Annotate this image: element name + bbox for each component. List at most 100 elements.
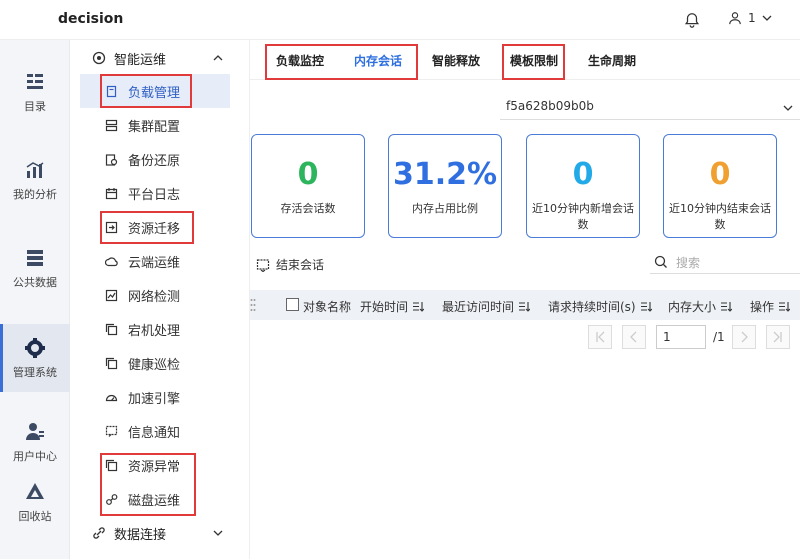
menu-item-platform-log[interactable]: 平台日志 bbox=[80, 176, 230, 210]
analysis-icon bbox=[26, 161, 44, 178]
menu-item-cluster-config[interactable]: 集群配置 bbox=[80, 108, 230, 142]
tab-smart-release[interactable]: 智能释放 bbox=[432, 52, 480, 69]
menu-item-message-notify[interactable]: 信息通知 bbox=[80, 414, 230, 448]
menu-item-label: 加速引擎 bbox=[128, 391, 181, 407]
sort-icon[interactable] bbox=[720, 301, 733, 312]
brand-title: decision bbox=[58, 11, 124, 27]
stat-caption: 近10分钟内新增会话数 bbox=[532, 202, 634, 231]
menu-item-label: 云端运维 bbox=[128, 255, 181, 271]
prev-page-button[interactable] bbox=[622, 325, 646, 349]
stat-value: 0 bbox=[709, 157, 731, 192]
nav-label: 用户中心 bbox=[13, 449, 57, 463]
last-page-button[interactable] bbox=[766, 325, 790, 349]
menu-item-crash-handling[interactable]: 宕机处理 bbox=[80, 312, 230, 346]
nav-label: 公共数据 bbox=[13, 275, 57, 289]
menu-item-cloud-ops[interactable]: 云端运维 bbox=[80, 244, 230, 278]
menu-item-label: 网络检测 bbox=[128, 289, 181, 305]
last-page-icon bbox=[773, 331, 782, 343]
gauge-icon bbox=[105, 394, 118, 402]
stat-card-memory-ratio: 31.2% 内存占用比例 bbox=[388, 134, 502, 238]
end-session-icon bbox=[256, 258, 270, 272]
sort-icon[interactable] bbox=[640, 301, 652, 312]
session-select[interactable]: f5a628b09b0b bbox=[500, 94, 800, 120]
nav-public-data[interactable]: 公共数据 bbox=[0, 234, 70, 302]
menu-item-backup-restore[interactable]: 备份还原 bbox=[80, 142, 230, 176]
sort-icon[interactable] bbox=[412, 301, 425, 312]
stat-caption: 内存占用比例 bbox=[412, 202, 478, 215]
col-memory-size[interactable]: 内存大小 bbox=[668, 298, 733, 315]
col-last-access-time[interactable]: 最近访问时间 bbox=[442, 298, 531, 315]
user-icon bbox=[729, 12, 741, 25]
select-all-checkbox[interactable] bbox=[286, 298, 299, 311]
highlight-box bbox=[100, 453, 196, 516]
stat-card-new-sessions: 0 近10分钟内新增会话数 bbox=[526, 134, 640, 238]
chevron-down-icon bbox=[762, 15, 772, 21]
nav-label: 回收站 bbox=[18, 509, 52, 523]
next-page-button[interactable] bbox=[732, 325, 756, 349]
user-menu[interactable]: 1 bbox=[728, 11, 772, 25]
prev-page-icon bbox=[630, 331, 637, 343]
nav-label: 我的分析 bbox=[13, 187, 57, 201]
search-input[interactable]: 搜索 bbox=[650, 250, 800, 274]
highlight-box bbox=[502, 44, 565, 80]
sort-icon[interactable] bbox=[518, 301, 531, 312]
nav-management-system[interactable]: 管理系统 bbox=[0, 324, 70, 392]
menu-group-data-connection[interactable]: 数据连接 bbox=[70, 516, 250, 550]
stat-value: 0 bbox=[297, 157, 319, 192]
catalog-icon bbox=[27, 73, 43, 89]
drag-handle-icon[interactable] bbox=[250, 298, 256, 312]
network-icon bbox=[105, 289, 118, 302]
menu-item-acceleration-engine[interactable]: 加速引擎 bbox=[80, 380, 230, 414]
menu-group-smart-ops[interactable]: 智能运维 bbox=[70, 41, 250, 75]
menu-item-health-check[interactable]: 健康巡检 bbox=[80, 346, 230, 380]
management-gear-icon bbox=[25, 337, 45, 358]
link-icon bbox=[93, 527, 105, 539]
menu-item-network-check[interactable]: 网络检测 bbox=[80, 278, 230, 312]
chat-icon bbox=[105, 425, 118, 437]
page-total: /1 bbox=[713, 330, 725, 344]
first-page-button[interactable] bbox=[588, 325, 612, 349]
backup-icon bbox=[105, 154, 118, 166]
nav-label: 目录 bbox=[24, 99, 46, 113]
highlight-box bbox=[100, 74, 192, 108]
highlight-box bbox=[100, 211, 194, 244]
menu-item-label: 集群配置 bbox=[128, 119, 181, 135]
user-name: 1 bbox=[748, 11, 756, 25]
search-icon bbox=[654, 255, 667, 268]
cluster-icon bbox=[105, 119, 118, 132]
menu-item-label: 健康巡检 bbox=[128, 357, 181, 373]
col-actions[interactable]: 操作 bbox=[750, 298, 791, 315]
stat-value: 31.2% bbox=[392, 157, 498, 192]
stat-card-ended-sessions: 0 近10分钟内结束会话数 bbox=[663, 134, 777, 238]
col-start-time[interactable]: 开始时间 bbox=[360, 298, 425, 315]
calendar-icon bbox=[105, 188, 118, 200]
smart-ops-icon bbox=[92, 51, 106, 65]
nav-my-analysis[interactable]: 我的分析 bbox=[0, 146, 70, 214]
menu-item-label: 备份还原 bbox=[128, 153, 181, 169]
menu-item-label: 宕机处理 bbox=[128, 323, 181, 339]
nav-user-center[interactable]: 用户中心 bbox=[0, 412, 70, 472]
bell-icon[interactable] bbox=[683, 11, 701, 29]
first-page-icon bbox=[596, 331, 605, 343]
chevron-up-icon bbox=[213, 55, 223, 61]
copy-icon bbox=[105, 323, 118, 336]
nav-label: 管理系统 bbox=[13, 365, 57, 379]
nav-recycle-bin[interactable]: 回收站 bbox=[0, 472, 70, 532]
nav-catalog[interactable]: 目录 bbox=[0, 58, 70, 126]
table-header: 对象名称 开始时间 最近访问时间 请求持续时间(s) 内存大小 操作 bbox=[250, 290, 800, 320]
chevron-down-icon bbox=[213, 530, 223, 536]
menu-item-label: 平台日志 bbox=[128, 187, 181, 203]
chevron-down-icon bbox=[783, 105, 793, 111]
sort-icon[interactable] bbox=[778, 301, 791, 312]
col-object-name[interactable]: 对象名称 bbox=[303, 298, 351, 315]
next-page-icon bbox=[741, 331, 748, 343]
highlight-box bbox=[265, 44, 418, 80]
main-panel: 负载监控 内存会话 智能释放 模板限制 生命周期 f5a628b09b0b 0 … bbox=[250, 40, 800, 559]
end-session-button[interactable]: 结束会话 bbox=[256, 256, 324, 273]
tab-lifecycle[interactable]: 生命周期 bbox=[588, 52, 636, 69]
col-request-duration[interactable]: 请求持续时间(s) bbox=[548, 298, 652, 315]
page-number-input[interactable]: 1 bbox=[656, 325, 706, 349]
public-data-icon bbox=[27, 249, 43, 266]
stat-card-alive-sessions: 0 存活会话数 bbox=[251, 134, 365, 238]
stat-caption: 近10分钟内结束会话数 bbox=[669, 202, 771, 231]
